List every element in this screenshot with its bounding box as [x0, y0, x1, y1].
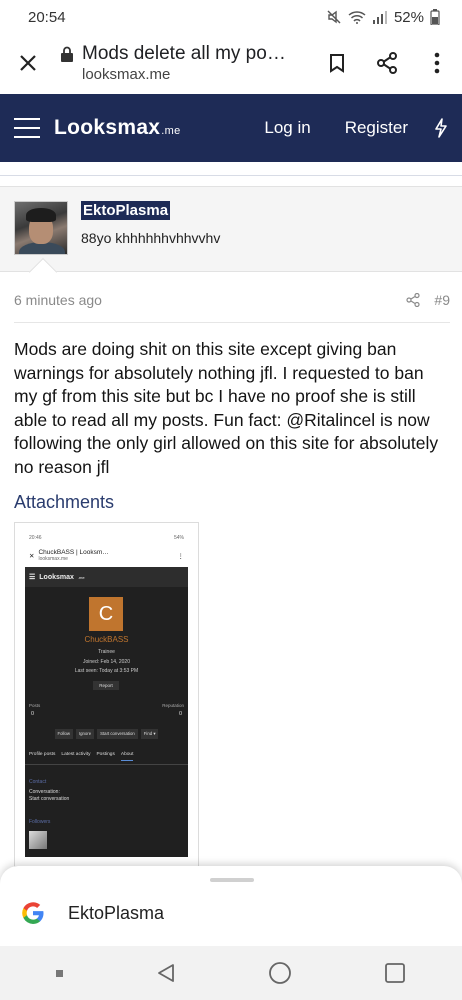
home-icon[interactable] — [268, 961, 292, 985]
menu-icon[interactable] — [14, 118, 40, 138]
post-number[interactable]: #9 — [434, 292, 450, 308]
post-meta: 6 minutes ago #9 — [14, 290, 450, 310]
login-link[interactable]: Log in — [264, 118, 310, 138]
bookmark-icon — [330, 54, 344, 73]
google-icon — [22, 902, 44, 924]
recents-icon[interactable] — [384, 962, 406, 984]
back-icon[interactable] — [155, 962, 177, 984]
attachment-screenshot: 20:46 54% ✕ ChuckBASS | Looksm… looksmax.m… — [25, 533, 188, 866]
post-body: Mods are doing shit on this site except … — [14, 339, 439, 477]
mute-icon — [327, 10, 341, 24]
site-header: Looksmax.me Log in Register — [0, 94, 462, 162]
status-time: 20:54 — [28, 8, 66, 26]
more-options-button[interactable] — [412, 34, 462, 92]
avatar[interactable] — [14, 201, 68, 255]
register-link[interactable]: Register — [345, 118, 408, 138]
nav-extra-button[interactable] — [55, 969, 63, 977]
header-divider — [0, 162, 462, 176]
page-title: Mods delete all my po… — [82, 43, 286, 64]
lock-icon — [61, 46, 73, 62]
status-icons: 52% — [326, 9, 440, 26]
google-account-row[interactable]: EktoPlasma — [20, 900, 164, 926]
post-username[interactable]: EktoPlasma — [81, 201, 171, 220]
page-domain: looksmax.me — [82, 66, 171, 83]
navigation-bar — [0, 946, 462, 1000]
close-tab-button[interactable] — [0, 34, 56, 92]
lightning-icon[interactable] — [434, 118, 448, 138]
more-vert-icon — [434, 52, 440, 74]
sheet-handle[interactable] — [210, 878, 254, 882]
url-block[interactable]: Mods delete all my po… looksmax.me — [56, 43, 312, 83]
share-icon — [377, 52, 397, 74]
share-icon[interactable] — [406, 293, 421, 307]
attachments-heading: Attachments — [14, 492, 115, 512]
browser-toolbar: Mods delete all my po… looksmax.me — [0, 34, 462, 92]
divider — [14, 322, 450, 323]
battery-percent: 52% — [393, 8, 424, 26]
site-logo[interactable]: Looksmax.me — [54, 116, 181, 140]
wifi-icon — [348, 11, 366, 24]
post-time[interactable]: 6 minutes ago — [14, 292, 102, 308]
user-title: 88yo khhhhhhvhhvvhv — [81, 230, 221, 246]
bookmark-button[interactable] — [312, 34, 362, 92]
battery-icon — [430, 9, 440, 25]
account-sheet: EktoPlasma — [0, 866, 462, 946]
share-button[interactable] — [362, 34, 412, 92]
status-bar: 20:54 52% — [0, 0, 462, 34]
post-user-panel: EktoPlasma 88yo khhhhhhvhhvvhv — [0, 186, 462, 272]
signal-icon — [372, 11, 387, 24]
account-name: EktoPlasma — [68, 902, 165, 923]
attachment-thumbnail[interactable]: 20:46 54% ✕ ChuckBASS | Looksm… looksmax.m… — [14, 522, 199, 867]
close-icon — [20, 55, 36, 71]
